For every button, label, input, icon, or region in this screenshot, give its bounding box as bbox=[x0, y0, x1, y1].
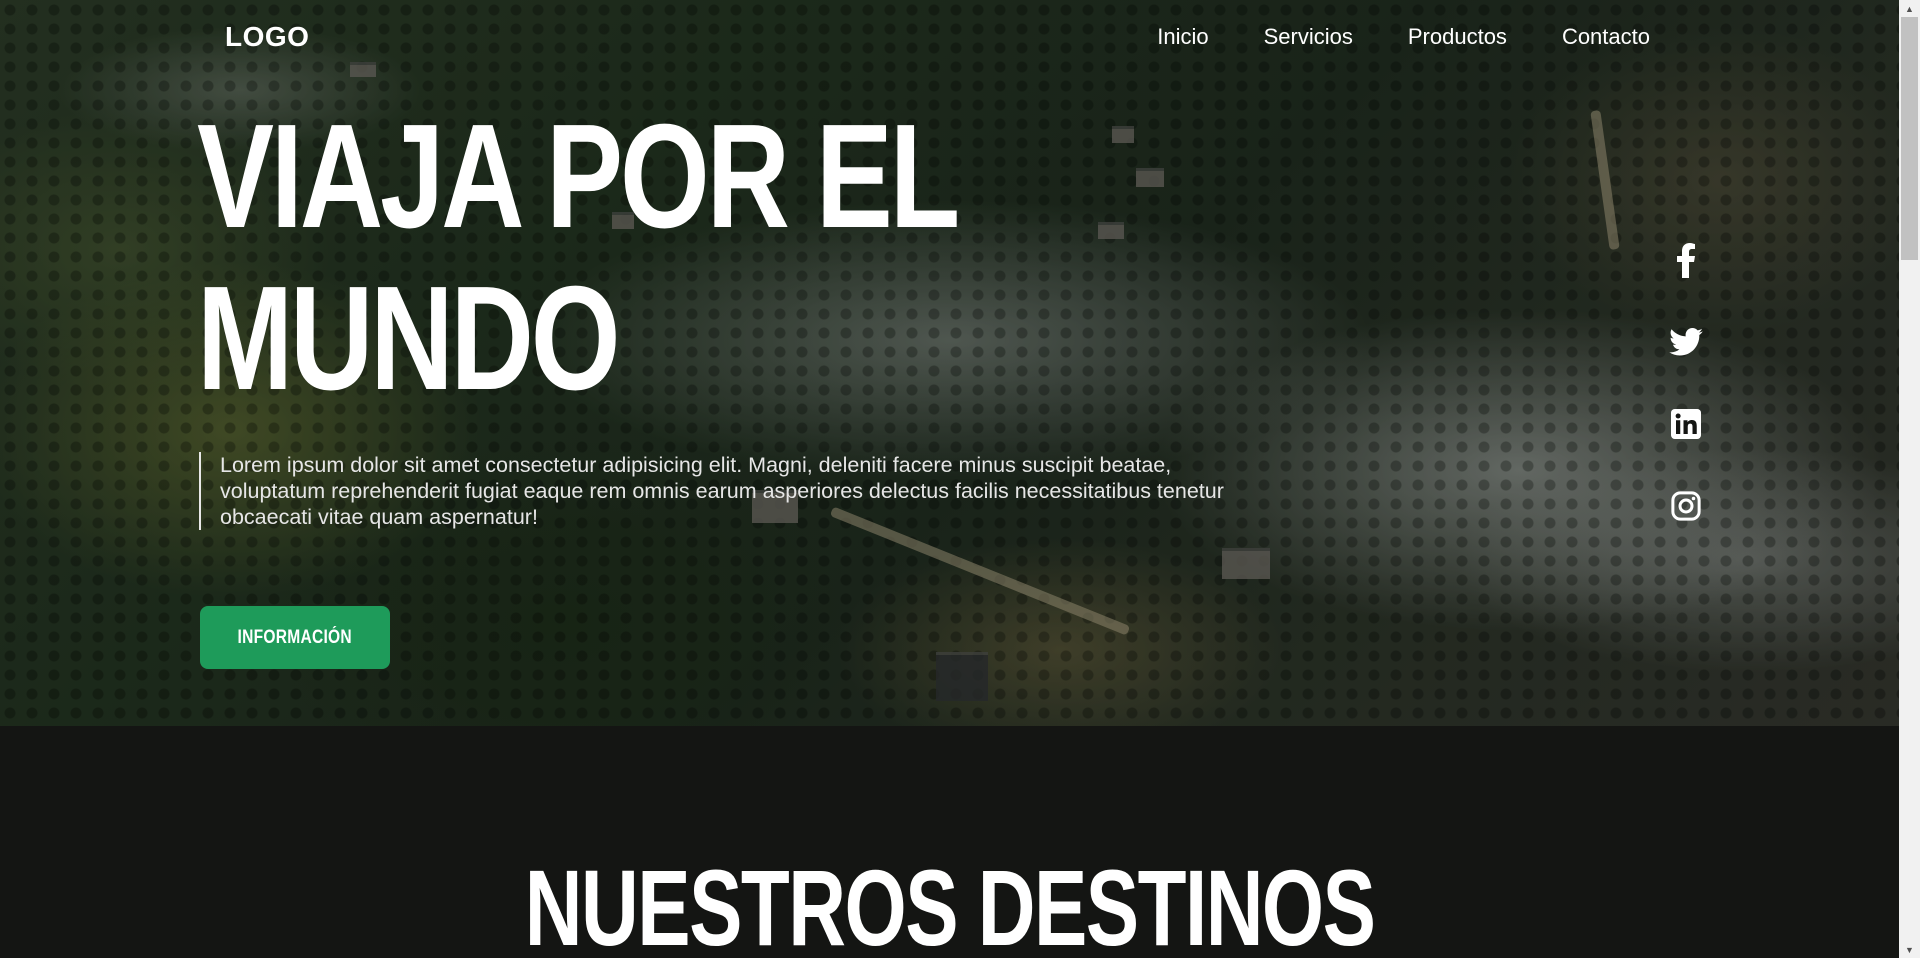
hero-description: Lorem ipsum dolor sit amet consectetur a… bbox=[199, 452, 1250, 530]
scroll-up-arrow-icon[interactable]: ▲ bbox=[1899, 0, 1920, 17]
hero-description-text: Lorem ipsum dolor sit amet consectetur a… bbox=[220, 453, 1224, 529]
village-house bbox=[1112, 126, 1134, 143]
instagram-link[interactable] bbox=[1664, 484, 1708, 528]
hero-title-line-2: MUNDO bbox=[197, 256, 621, 421]
nav-inicio[interactable]: Inicio bbox=[1157, 24, 1208, 50]
hero-title-line-1: VIAJA POR EL bbox=[197, 94, 960, 259]
destinos-title: NUESTROS DESTINOS bbox=[524, 847, 1376, 958]
village-house bbox=[936, 652, 988, 701]
main-nav: Inicio Servicios Productos Contacto bbox=[1157, 24, 1650, 50]
facebook-link[interactable] bbox=[1664, 238, 1708, 282]
village-house bbox=[350, 62, 376, 77]
informacion-button[interactable]: INFORMACIÓN bbox=[200, 606, 390, 669]
nav-productos[interactable]: Productos bbox=[1408, 24, 1507, 50]
twitter-link[interactable] bbox=[1664, 320, 1708, 364]
nav-contacto[interactable]: Contacto bbox=[1562, 24, 1650, 50]
facebook-icon bbox=[1675, 242, 1697, 278]
scroll-down-arrow-icon[interactable]: ▼ bbox=[1899, 941, 1920, 958]
village-road bbox=[1590, 109, 1620, 251]
village-house bbox=[1222, 548, 1270, 579]
village-house bbox=[1136, 168, 1164, 187]
scrollbar-thumb[interactable] bbox=[1901, 17, 1918, 260]
vertical-scrollbar[interactable]: ▲ ▼ bbox=[1899, 0, 1920, 958]
page: LOGO Inicio Servicios Productos Contacto… bbox=[0, 0, 1920, 958]
hero-title: VIAJA POR EL MUNDO bbox=[197, 96, 960, 421]
instagram-icon bbox=[1671, 491, 1701, 521]
logo[interactable]: LOGO bbox=[225, 21, 309, 53]
twitter-icon bbox=[1669, 328, 1703, 356]
destinos-section: NUESTROS DESTINOS bbox=[0, 726, 1899, 958]
informacion-button-label: INFORMACIÓN bbox=[237, 626, 353, 648]
nav-servicios[interactable]: Servicios bbox=[1264, 24, 1353, 50]
linkedin-link[interactable] bbox=[1664, 402, 1708, 446]
linkedin-icon bbox=[1671, 409, 1701, 439]
village-house bbox=[1098, 222, 1124, 239]
